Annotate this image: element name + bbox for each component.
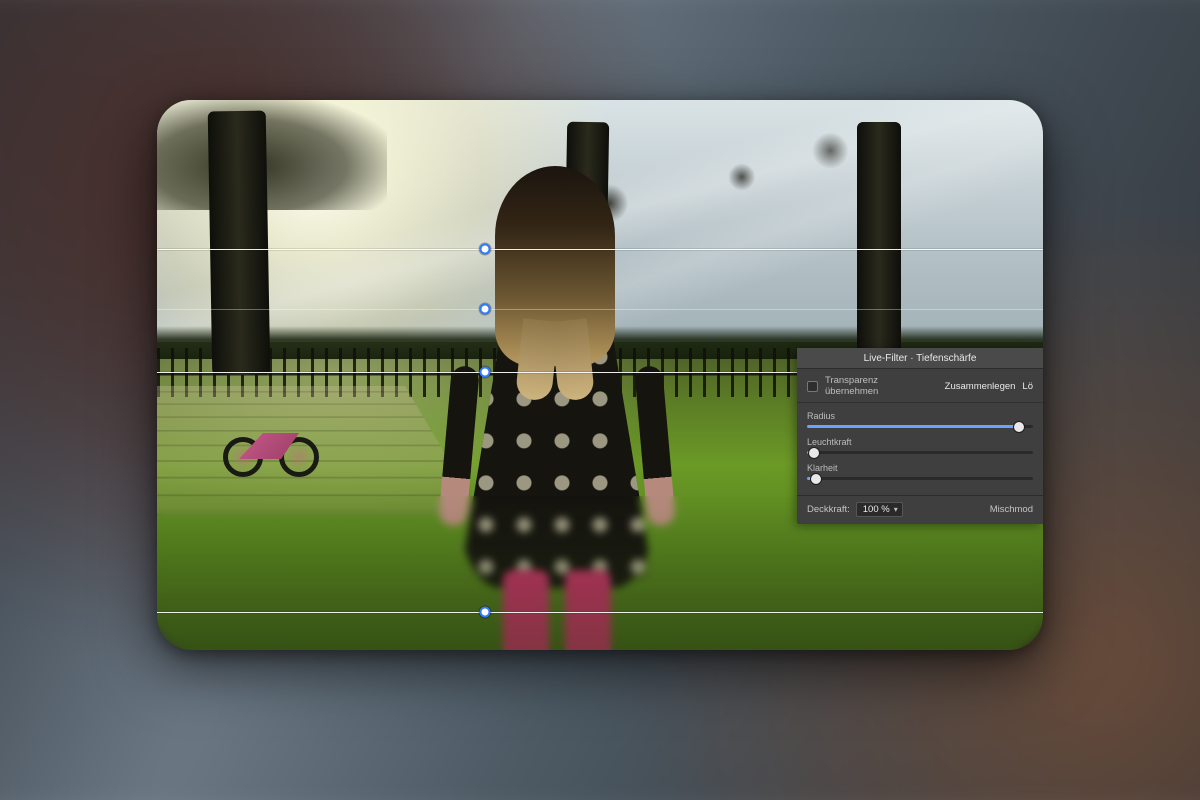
vibrance-slider[interactable]: Leuchtkraft bbox=[807, 437, 1033, 454]
opacity-label: Deckkraft: bbox=[807, 504, 850, 515]
radius-thumb[interactable] bbox=[1014, 422, 1024, 432]
dof-handle-bottom[interactable] bbox=[479, 606, 490, 617]
dof-handle-center[interactable] bbox=[479, 367, 490, 378]
opacity-value: 100 % bbox=[863, 504, 890, 515]
delete-button[interactable]: Lö bbox=[1022, 381, 1033, 392]
bicycle-illustration bbox=[219, 397, 339, 477]
clarity-thumb[interactable] bbox=[811, 474, 821, 484]
panel-title: Live-Filter · Tiefenschärfe bbox=[797, 348, 1043, 369]
dof-guide-top[interactable] bbox=[157, 249, 1043, 250]
blend-mode-label: Mischmod bbox=[990, 504, 1033, 515]
editor-canvas-card: Live-Filter · Tiefenschärfe Transparenz … bbox=[157, 100, 1043, 650]
dof-guide-mid[interactable] bbox=[157, 309, 1043, 310]
live-filter-panel: Live-Filter · Tiefenschärfe Transparenz … bbox=[797, 348, 1043, 524]
dof-handle-midupper[interactable] bbox=[479, 304, 490, 315]
clarity-slider[interactable]: Klarheit bbox=[807, 463, 1033, 480]
dof-handle-top[interactable] bbox=[479, 243, 490, 254]
radius-slider[interactable]: Radius bbox=[807, 411, 1033, 428]
preserve-alpha-checkbox[interactable] bbox=[807, 381, 818, 392]
chevron-down-icon: ▾ bbox=[894, 505, 898, 514]
vibrance-label: Leuchtkraft bbox=[807, 437, 1033, 447]
clarity-label: Klarheit bbox=[807, 463, 1033, 473]
dof-guide-bottom[interactable] bbox=[157, 612, 1043, 613]
merge-button[interactable]: Zusammenlegen bbox=[945, 381, 1016, 392]
opacity-dropdown[interactable]: 100 % ▾ bbox=[856, 502, 903, 517]
radius-label: Radius bbox=[807, 411, 1033, 421]
preserve-alpha-label: Transparenz übernehmen bbox=[825, 375, 931, 397]
vibrance-thumb[interactable] bbox=[809, 448, 819, 458]
